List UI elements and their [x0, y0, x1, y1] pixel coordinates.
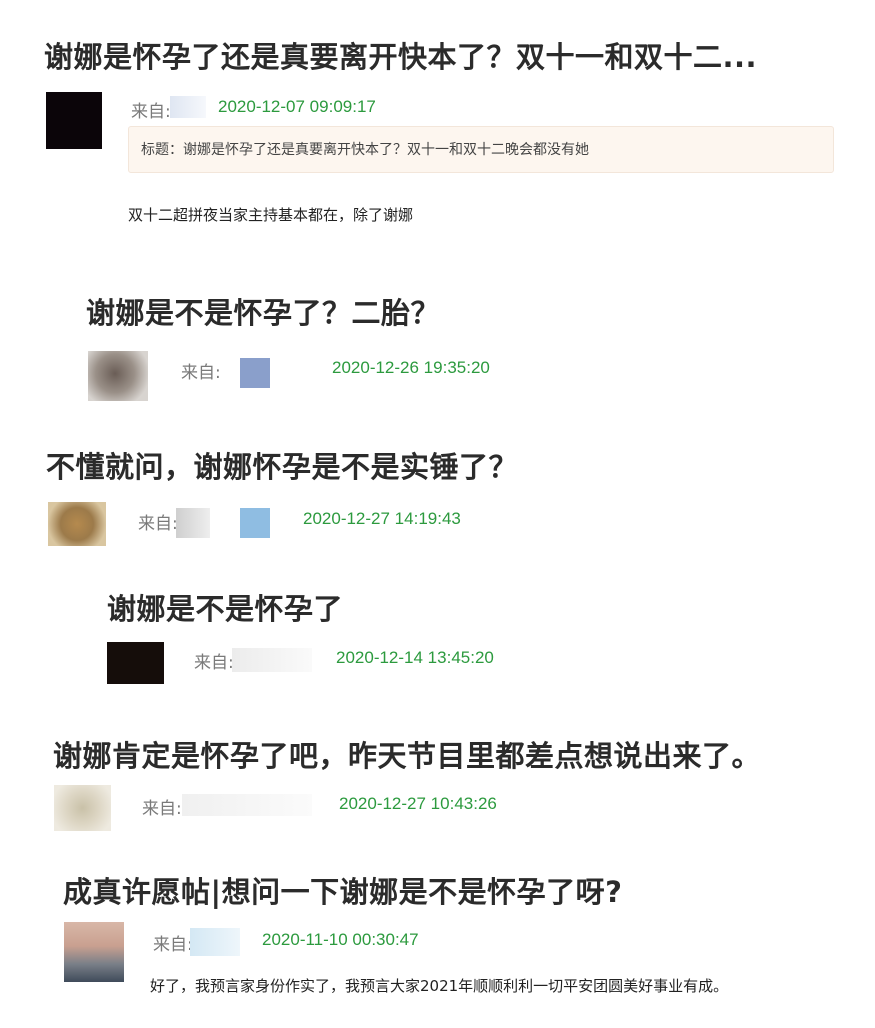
post-title[interactable]: 谢娜是不是怀孕了 — [107, 586, 343, 628]
post-meta: 2020-12-26 19:35:20 — [332, 358, 490, 378]
avatar[interactable] — [48, 502, 106, 546]
post-body: 好了，我预言家身份作实了，我预言大家2021年顺顺利利一切平安团圆美好事业有成。 — [150, 977, 729, 995]
post-meta: 2020-12-27 10:43:26 — [339, 794, 497, 814]
avatar[interactable] — [54, 785, 111, 831]
avatar[interactable] — [46, 92, 102, 149]
post-meta: 来自: — [153, 930, 193, 955]
post-timestamp: 2020-11-10 00:30:47 — [262, 930, 419, 949]
post-meta: 来自: — [131, 97, 171, 122]
redacted-username — [240, 358, 270, 388]
post-title[interactable]: 谢娜是不是怀孕了？二胎？ — [86, 290, 440, 332]
post-meta: 2020-11-10 00:30:47 — [262, 930, 419, 950]
post-title[interactable]: 成真许愿帖|想问一下谢娜是不是怀孕了呀? — [63, 869, 622, 911]
post-timestamp: 2020-12-14 13:45:20 — [336, 648, 494, 667]
post-meta: 来自: — [181, 358, 221, 383]
avatar[interactable] — [64, 922, 124, 982]
post-title[interactable]: 谢娜肯定是怀孕了吧，昨天节目里都差点想说出来了。 — [53, 733, 761, 775]
post-title[interactable]: 谢娜是怀孕了还是真要离开快本了？双十一和双十二... — [44, 34, 757, 76]
post-timestamp: 2020-12-07 09:09:17 — [218, 97, 376, 116]
post-meta: 来自: — [138, 509, 178, 534]
post-timestamp: 2020-12-26 19:35:20 — [332, 358, 490, 377]
redacted-username — [176, 508, 210, 538]
post-meta: 2020-12-14 13:45:20 — [336, 648, 494, 668]
post-timestamp: 2020-12-27 14:19:43 — [303, 509, 461, 528]
quoted-title-box: 标题：谢娜是怀孕了还是真要离开快本了？双十一和双十二晚会都没有她 — [128, 126, 834, 173]
post-meta: 来自: — [194, 648, 234, 673]
post-timestamp: 2020-12-27 10:43:26 — [339, 794, 497, 813]
post-title[interactable]: 不懂就问，谢娜怀孕是不是实锤了？ — [46, 444, 518, 486]
redacted-username — [170, 96, 206, 118]
from-label: 来自: — [138, 514, 178, 534]
from-label: 来自: — [181, 363, 221, 383]
post-body: 双十二超拼夜当家主持基本都在，除了谢娜 — [128, 206, 414, 224]
avatar[interactable] — [107, 642, 164, 684]
from-label: 来自: — [142, 799, 182, 819]
from-label: 来自: — [131, 102, 171, 122]
redacted-username — [182, 794, 312, 816]
from-label: 来自: — [194, 653, 234, 673]
avatar[interactable] — [88, 351, 148, 401]
redacted-username — [240, 508, 270, 538]
post-meta: 2020-12-07 09:09:17 — [218, 97, 376, 117]
redacted-username — [232, 648, 312, 672]
redacted-username — [190, 928, 240, 956]
post-meta: 2020-12-27 14:19:43 — [303, 509, 461, 529]
from-label: 来自: — [153, 935, 193, 955]
post-meta: 来自: — [142, 794, 182, 819]
